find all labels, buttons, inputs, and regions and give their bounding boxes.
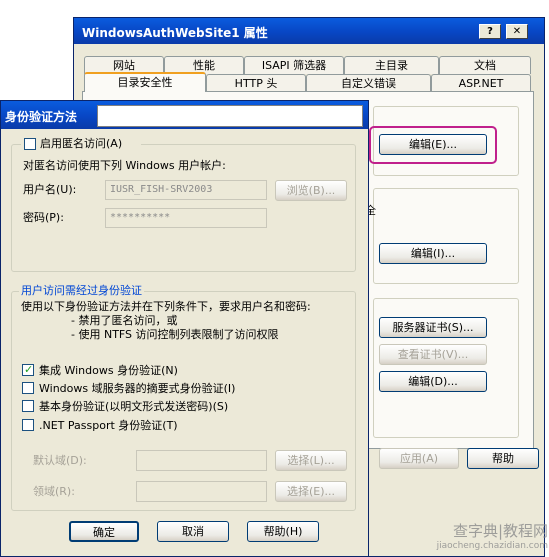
close-icon: ✕ — [512, 26, 522, 37]
watermark-line1: 查字典|教程网 — [452, 522, 548, 540]
anonymous-checkbox-row[interactable]: 启用匿名访问(A) — [21, 136, 141, 152]
watermark: 查字典|教程网 jiaocheng.chazidian.com — [398, 523, 548, 556]
passport-auth-checkbox[interactable] — [22, 419, 34, 431]
password-field[interactable]: ********** — [105, 208, 267, 228]
username-field[interactable]: IUSR_FISH-SRV2003 — [105, 180, 267, 200]
browse-button[interactable]: 浏览(B)... — [275, 180, 347, 201]
anonymous-checkbox[interactable] — [24, 138, 36, 150]
auth-desc-line3: - 使用 NTFS 访问控制列表限制了访问权限 — [71, 328, 279, 341]
apply-button[interactable]: 应用(A) — [379, 448, 459, 469]
passport-auth-label: .NET Passport 身份验证(T) — [39, 419, 178, 432]
anonymous-desc: 对匿名访问使用下列 Windows 用户帐户: — [23, 159, 226, 172]
edit-auth-highlight — [369, 126, 497, 164]
auth-title: 身份验证方法 — [5, 110, 78, 124]
tab-isapi-filters[interactable]: ISAPI 筛选器 — [244, 56, 344, 74]
tooltip-callout: 匿名身份验证，通常需要集成windows身份 — [97, 105, 363, 127]
auth-help-button[interactable]: 帮助(H) — [247, 521, 319, 542]
username-label: 用户名(U): — [23, 183, 77, 196]
tab-home-directory[interactable]: 主目录 — [344, 56, 439, 74]
tab-custom-errors[interactable]: 自定义错误 — [306, 74, 431, 92]
default-domain-label: 默认域(D): — [33, 454, 87, 467]
auth-methods-dialog: 身份验证方法 匿名身份验证，通常需要集成windows身份 启用匿名访问(A) … — [0, 100, 369, 557]
properties-titlebar[interactable]: WindowsAuthWebSite1 属性 ? ✕ — [74, 18, 544, 44]
auth-titlebar[interactable]: 身份验证方法 匿名身份验证，通常需要集成windows身份 — [1, 101, 368, 129]
digest-auth-label: Windows 域服务器的摘要式身份验证(I) — [39, 382, 236, 395]
watermark-line2: jiaocheng.chazidian.com — [436, 541, 548, 551]
help-title-button[interactable]: ? — [479, 24, 501, 39]
select-realm-button[interactable]: 选择(E)... — [275, 481, 347, 502]
help-icon: ? — [487, 26, 493, 37]
passport-auth-row[interactable]: .NET Passport 身份验证(T) — [21, 418, 221, 434]
server-certificate-button[interactable]: 服务器证书(S)... — [379, 317, 487, 338]
tab-aspnet[interactable]: ASP.NET — [431, 74, 531, 92]
tab-http-headers[interactable]: HTTP 头 — [206, 74, 306, 92]
integrated-windows-auth-row[interactable]: 集成 Windows 身份验证(N) — [21, 363, 221, 379]
cancel-button[interactable]: 取消 — [157, 521, 229, 542]
auth-desc-line2: - 禁用了匿名访问，或 — [71, 314, 178, 327]
ip-restriction-group — [373, 188, 519, 284]
edit-ip-button[interactable]: 编辑(I)... — [379, 243, 487, 264]
auth-desc-line1: 使用以下身份验证方法并在下列条件下，要求用户名和密码: — [21, 300, 311, 313]
view-certificate-button[interactable]: 查看证书(V)... — [379, 344, 487, 365]
properties-title: WindowsAuthWebSite1 属性 — [82, 26, 268, 40]
properties-help-button[interactable]: 帮助 — [467, 448, 539, 469]
anonymous-label: 启用匿名访问(A) — [40, 137, 123, 150]
realm-label: 领域(R): — [33, 485, 75, 498]
password-label: 密码(P): — [23, 211, 64, 224]
integrated-windows-auth-label: 集成 Windows 身份验证(N) — [39, 364, 178, 377]
integrated-windows-auth-checkbox[interactable] — [22, 363, 34, 376]
basic-auth-row[interactable]: 基本身份验证(以明文形式发送密码)(S) — [21, 399, 271, 415]
digest-auth-checkbox[interactable] — [22, 382, 34, 394]
authenticated-access-title: 用户访问需经过身份验证 — [19, 284, 144, 298]
digest-auth-row[interactable]: Windows 域服务器的摘要式身份验证(I) — [21, 381, 271, 397]
select-domain-button[interactable]: 选择(L)... — [275, 450, 347, 471]
close-title-button[interactable]: ✕ — [506, 24, 528, 39]
basic-auth-checkbox[interactable] — [22, 400, 34, 412]
tab-documents[interactable]: 文档 — [439, 56, 531, 74]
ok-button[interactable]: 确定 — [69, 521, 139, 542]
default-domain-field[interactable] — [136, 450, 267, 471]
realm-field[interactable] — [136, 481, 267, 502]
edit-secure-button[interactable]: 编辑(D)... — [379, 371, 487, 392]
basic-auth-label: 基本身份验证(以明文形式发送密码)(S) — [39, 400, 229, 413]
tab-directory-security[interactable]: 目录安全性 — [84, 72, 206, 92]
